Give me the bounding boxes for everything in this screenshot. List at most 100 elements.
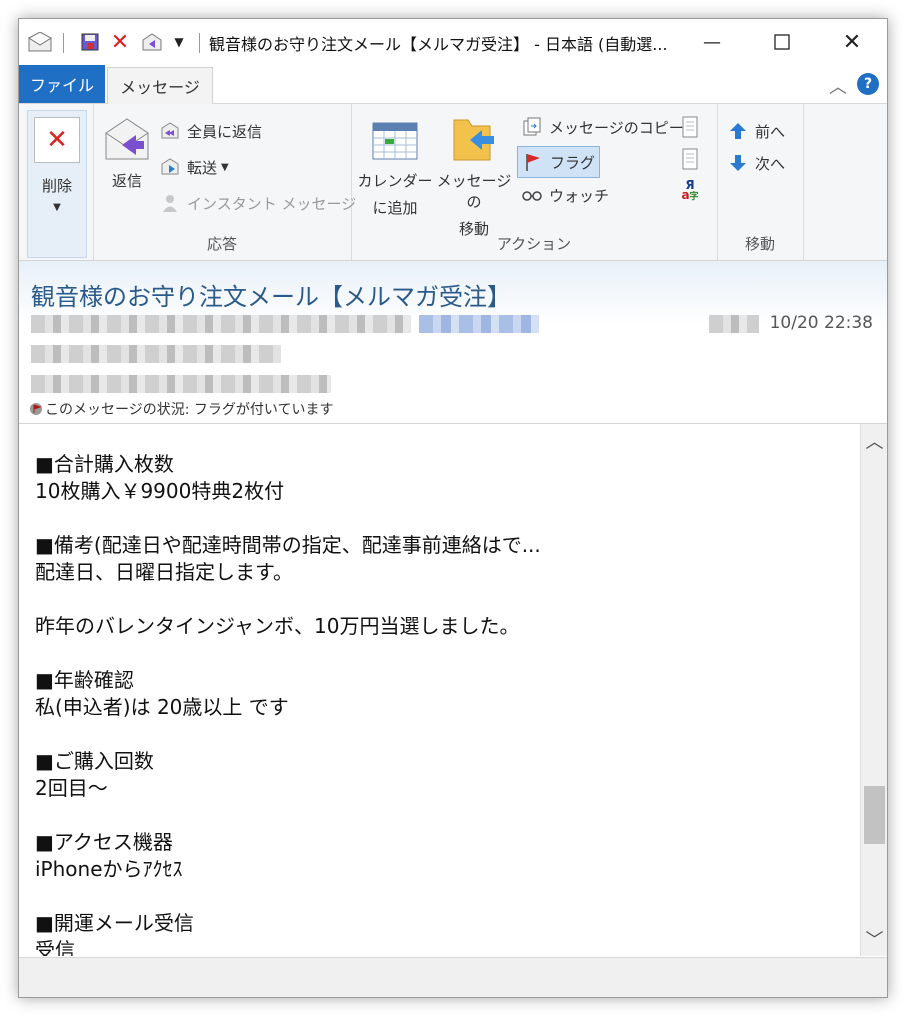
- scroll-up-icon[interactable]: ︿: [861, 428, 887, 454]
- person-icon: [159, 192, 181, 214]
- instant-message-label: インスタント メッセージ: [187, 194, 357, 213]
- reply-label: 返信: [111, 172, 142, 190]
- scroll-down-icon[interactable]: ﹀: [861, 926, 887, 952]
- window-title: 観音様のお守り注文メール【メルマガ受注】 - 日本語 (自動選...: [209, 35, 668, 54]
- status-bar: [19, 957, 887, 997]
- title-separator-2: [199, 33, 200, 53]
- body-line: ■開運メール受信: [35, 911, 194, 935]
- ribbon-tab-bar: ファイル メッセージ ︿ ?: [19, 65, 887, 104]
- flag-status: このメッセージの状況: フラグが付いています: [29, 399, 333, 419]
- flag-icon: [522, 151, 544, 173]
- ribbon: ✕ 削除 ▼ 返信 全員に返信 転送 ▼ インスタント メッセージ 応答 カレン…: [19, 104, 887, 261]
- instant-message-button[interactable]: インスタント メッセージ: [159, 190, 356, 216]
- arrow-down-icon: [727, 152, 749, 174]
- body-line: 配達日、日曜日指定します。: [35, 560, 293, 584]
- body-line: ■合計購入枚数: [35, 452, 174, 476]
- flag-status-text: このメッセージの状況: フラグが付いています: [45, 402, 334, 418]
- folder-move-icon: [449, 112, 499, 162]
- document-icon-1[interactable]: [679, 114, 707, 140]
- flag-button[interactable]: フラグ: [517, 146, 601, 178]
- quick-access-dropdown-icon[interactable]: ▼: [169, 29, 189, 55]
- calendar-label-2: に追加: [372, 199, 418, 217]
- reply-all-button[interactable]: 全員に返信: [159, 118, 262, 144]
- message-date: 10/20 22:38: [769, 313, 873, 333]
- body-line: 私(申込者)は 20歳以上 です: [35, 695, 289, 719]
- cc-redacted: [31, 375, 331, 393]
- group-label-action: アクション: [496, 235, 572, 253]
- mail-app-icon: [27, 29, 53, 55]
- scrollbar-thumb[interactable]: [864, 786, 885, 844]
- message-header: 観音様のお守り注文メール【メルマガ受注】 10/20 22:38 このメッセージ…: [19, 261, 887, 424]
- close-button[interactable]: ✕: [817, 19, 887, 65]
- message-body[interactable]: ■合計購入枚数 10枚購入￥9900特典2枚付 ■備考(配達日や配達時間帯の指定…: [19, 424, 859, 956]
- arrow-up-icon: [727, 120, 749, 142]
- copy-message-label: メッセージのコピー: [549, 118, 684, 137]
- document-icon-2[interactable]: [679, 146, 707, 172]
- forward-label: 転送: [187, 158, 218, 177]
- watch-button[interactable]: ウォッチ: [521, 182, 609, 208]
- ribbon-group-move: 前へ 次へ 移動: [717, 104, 804, 260]
- previous-label: 前へ: [755, 122, 786, 141]
- page-icon-2: [679, 148, 701, 170]
- move-label-1: メッセージの: [436, 172, 512, 211]
- body-line: [19, 586, 859, 613]
- body-line: [19, 721, 859, 748]
- body-line: 2回目～: [35, 776, 108, 800]
- move-message-button[interactable]: メッセージの 移動: [431, 112, 517, 239]
- delete-button[interactable]: ✕ 削除 ▼: [27, 110, 87, 258]
- collapse-ribbon-icon[interactable]: ︿: [829, 73, 847, 99]
- maximize-button[interactable]: [747, 19, 817, 65]
- body-line: ■年齢確認: [35, 668, 134, 692]
- body-line: 受信: [35, 938, 75, 956]
- date-prefix-redacted: [709, 315, 759, 333]
- delete-icon: ✕: [34, 117, 80, 163]
- translate-icon: Яa字: [681, 178, 699, 202]
- reply-button[interactable]: 返信: [99, 116, 155, 191]
- previous-button[interactable]: 前へ: [727, 118, 785, 144]
- mail-window: ✕ ▼ 観音様のお守り注文メール【メルマガ受注】 - 日本語 (自動選... —…: [18, 18, 888, 998]
- ribbon-group-respond: 返信 全員に返信 転送 ▼ インスタント メッセージ 応答: [93, 104, 356, 260]
- calendar-icon: [370, 118, 420, 162]
- add-to-calendar-button[interactable]: カレンダー に追加: [357, 118, 433, 218]
- reply-quick-icon[interactable]: [139, 29, 165, 55]
- reply-all-label: 全員に返信: [187, 122, 263, 141]
- sender-redacted: [31, 315, 411, 333]
- glasses-icon: [521, 184, 543, 206]
- body-line: 昨年のバレンタインジャンボ、10万円当選しました。: [35, 614, 520, 638]
- vertical-scrollbar[interactable]: ︿ ﹀: [860, 424, 887, 956]
- body-line: 10枚購入￥9900特典2枚付: [35, 479, 285, 503]
- flag-status-icon: [29, 402, 43, 416]
- body-line: [19, 505, 859, 532]
- reply-icon: [101, 116, 153, 162]
- body-line: ■備考(配達日や配達時間帯の指定、配達事前連絡はで...: [35, 533, 541, 557]
- next-button[interactable]: 次へ: [727, 150, 785, 176]
- recipient-redacted: [31, 345, 281, 363]
- group-label-respond: 応答: [206, 235, 237, 253]
- title-separator: [63, 33, 64, 53]
- body-line: [19, 424, 859, 451]
- flag-label: フラグ: [550, 153, 596, 172]
- copy-icon: [521, 116, 543, 138]
- save-icon[interactable]: [77, 29, 103, 55]
- translate-button[interactable]: Яa字: [679, 178, 707, 204]
- sender-email-redacted[interactable]: [419, 315, 539, 333]
- watch-label: ウォッチ: [549, 186, 610, 205]
- tab-file[interactable]: ファイル: [19, 65, 105, 103]
- ribbon-group-delete: ✕ 削除 ▼: [19, 104, 94, 260]
- forward-button[interactable]: 転送 ▼: [159, 154, 229, 180]
- delete-label: 削除: [41, 177, 72, 195]
- tab-message[interactable]: メッセージ: [107, 67, 213, 104]
- group-label-move: 移動: [744, 235, 775, 253]
- delete-quick-icon[interactable]: ✕: [107, 29, 133, 55]
- forward-dropdown-icon: ▼: [221, 161, 229, 173]
- body-line: ■アクセス機器: [35, 830, 173, 854]
- message-subject: 観音様のお守り注文メール【メルマガ受注】: [31, 283, 511, 311]
- forward-icon: [159, 156, 181, 178]
- body-line: [19, 640, 859, 667]
- minimize-button[interactable]: —: [677, 19, 747, 65]
- next-label: 次へ: [755, 154, 786, 173]
- help-icon[interactable]: ?: [857, 73, 879, 95]
- copy-message-button[interactable]: メッセージのコピー: [521, 114, 684, 140]
- body-line: [19, 802, 859, 829]
- body-line: [19, 883, 859, 910]
